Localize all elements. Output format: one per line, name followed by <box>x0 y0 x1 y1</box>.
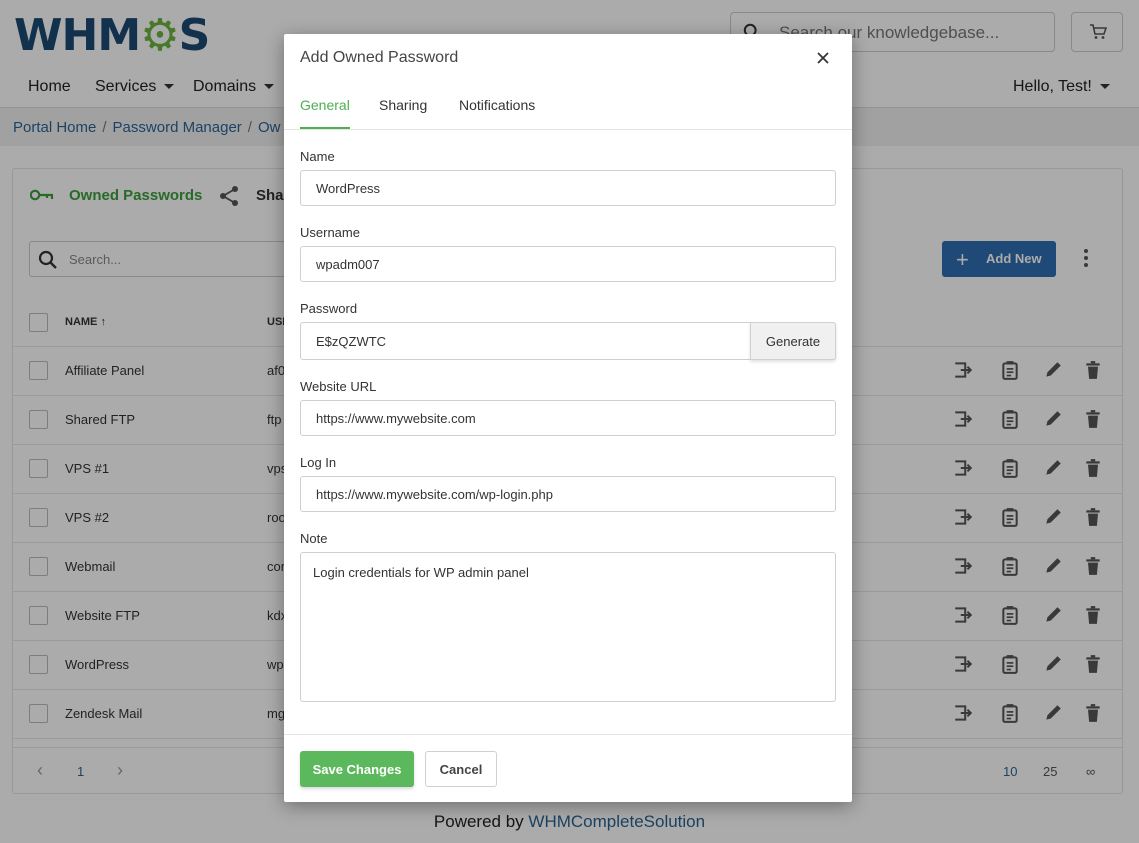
name-field[interactable] <box>300 170 836 206</box>
tab-general[interactable]: General <box>300 97 350 129</box>
website-url-label: Website URL <box>300 379 377 394</box>
note-label: Note <box>300 531 328 546</box>
save-changes-button[interactable]: Save Changes <box>300 751 414 787</box>
note-textarea[interactable]: Login credentials for WP admin panel <box>300 552 836 702</box>
password-field[interactable] <box>301 323 751 359</box>
password-label: Password <box>300 301 358 316</box>
close-icon[interactable] <box>815 50 831 66</box>
login-url-field[interactable] <box>300 476 836 512</box>
login-url-label: Log In <box>300 455 337 470</box>
modal-tabs: General Sharing Notifications <box>284 90 852 130</box>
name-label: Name <box>300 149 335 164</box>
username-label: Username <box>300 225 360 240</box>
generate-password-button[interactable]: Generate <box>750 322 836 360</box>
password-group: Generate <box>300 322 836 360</box>
modal-title: Add Owned Password <box>300 49 459 66</box>
website-url-field[interactable] <box>300 400 836 436</box>
username-field[interactable] <box>300 246 836 282</box>
cancel-button[interactable]: Cancel <box>425 751 497 787</box>
modal-footer: Save Changes Cancel <box>284 734 852 802</box>
tab-notifications[interactable]: Notifications <box>459 97 535 127</box>
add-password-modal: Add Owned Password General Sharing Notif… <box>284 34 852 802</box>
tab-sharing[interactable]: Sharing <box>379 97 427 127</box>
